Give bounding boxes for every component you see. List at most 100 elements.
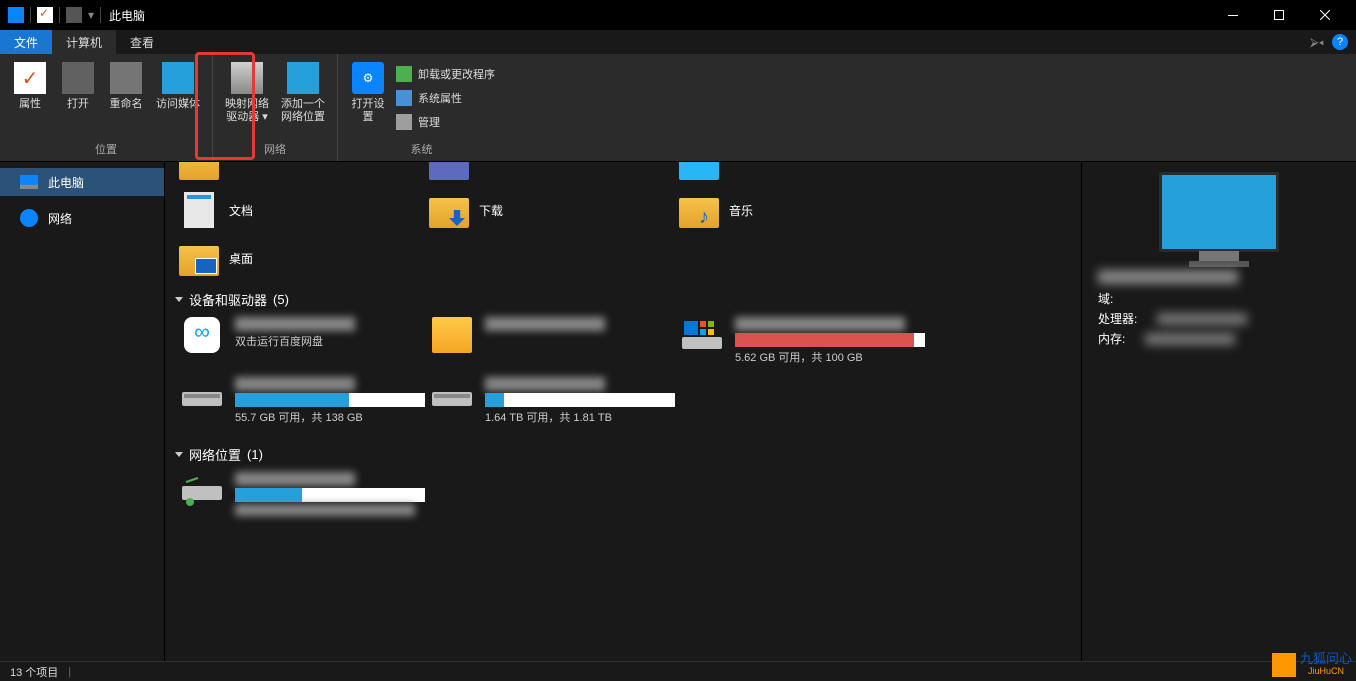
section-label: 网络位置: [189, 445, 241, 464]
folder-downloads[interactable]: 下载: [425, 186, 675, 234]
ribbon-group-network: 映射网络驱动器 ▾ 添加一个网络位置 网络: [213, 54, 338, 161]
properties-button[interactable]: ✓ 属性: [6, 58, 54, 115]
minimize-button[interactable]: [1210, 0, 1256, 30]
document-icon: [184, 192, 214, 228]
memory-value-blurred: [1145, 333, 1235, 345]
drive-e[interactable]: 1.64 TB 可用，共 1.81 TB: [425, 377, 675, 425]
drive-app[interactable]: [425, 317, 675, 365]
drive-d[interactable]: 55.7 GB 可用，共 138 GB: [175, 377, 425, 425]
baidu-netdisk-icon: [184, 317, 220, 353]
maximize-button[interactable]: [1256, 0, 1302, 30]
network-drive-icon: [179, 472, 225, 508]
section-label: 设备和驱动器: [189, 290, 267, 309]
divider: [100, 7, 101, 23]
network-location-item[interactable]: [175, 472, 425, 518]
folder-icon: [429, 198, 469, 228]
access-media-label: 访问媒体: [156, 98, 200, 111]
pc-icon[interactable]: [8, 7, 24, 23]
content-pane: 文档 下载 ♪ 音乐 桌面 设备和驱动器 (5): [165, 162, 1081, 661]
drive-usage-text: 55.7 GB 可用，共 138 GB: [235, 409, 425, 425]
drive-icon: [231, 62, 263, 94]
quick-access-toolbar: ▾: [8, 7, 101, 23]
menubar: 文件 计算机 查看 ⮚◂ ?: [0, 30, 1356, 54]
section-devices-header[interactable]: 设备和驱动器 (5): [175, 290, 1071, 309]
memory-label: 内存:: [1098, 330, 1125, 347]
computer-monitor-icon: [1159, 172, 1279, 252]
details-pane: 域: 处理器: 内存:: [1081, 162, 1356, 661]
add-location-label: 添加一个网络位置: [281, 98, 325, 124]
sys-props-label: 系统属性: [418, 90, 462, 106]
drives-grid: 双击运行百度网盘 5.62 GB 可用，共 100 GB: [175, 317, 1071, 437]
group-network-label: 网络: [219, 139, 331, 159]
network-icon: [20, 209, 38, 227]
folders-row-2: 桌面: [175, 234, 1071, 282]
qat-dropdown-icon[interactable]: ▾: [88, 8, 94, 22]
open-label: 打开: [67, 98, 89, 111]
map-network-drive-button[interactable]: 映射网络驱动器 ▾: [219, 58, 275, 128]
access-media-button[interactable]: 访问媒体: [150, 58, 206, 115]
drive-name-blurred: [485, 317, 605, 331]
uninstall-or-change-button[interactable]: 卸载或更改程序: [392, 62, 499, 86]
rename-button[interactable]: 重命名: [102, 58, 150, 115]
qat-item-icon[interactable]: [66, 7, 82, 23]
window-title: 此电脑: [109, 7, 145, 24]
group-system-label: 系统: [344, 139, 499, 159]
folder-desktop[interactable]: 桌面: [175, 234, 425, 282]
windows-drive-icon: [679, 317, 725, 353]
drive-usage-text: 1.64 TB 可用，共 1.81 TB: [485, 409, 675, 425]
tab-view[interactable]: 查看: [116, 30, 168, 54]
titlebar: ▾ 此电脑: [0, 0, 1356, 30]
nav-network[interactable]: 网络: [0, 204, 164, 232]
section-network-header[interactable]: 网络位置 (1): [175, 445, 1071, 464]
folder-documents[interactable]: 文档: [175, 186, 425, 234]
add-location-icon: [287, 62, 319, 94]
open-settings-button[interactable]: ⚙ 打开设置: [344, 58, 392, 128]
ribbon-group-system: ⚙ 打开设置 卸载或更改程序 系统属性 管理 系统: [338, 54, 505, 161]
folder-item[interactable]: [175, 162, 425, 186]
drive-name-blurred: [735, 317, 905, 331]
help-icon[interactable]: ?: [1332, 34, 1348, 50]
ribbon: ✓ 属性 打开 重命名 访问媒体 位置 映射网络驱动器 ▾: [0, 54, 1356, 162]
body: 此电脑 网络 文档 下载 ♪ 音乐: [0, 162, 1356, 661]
add-network-location-button[interactable]: 添加一个网络位置: [275, 58, 331, 128]
chevron-down-icon: [175, 452, 183, 457]
status-item-count: 13 个项目: [10, 664, 58, 680]
drive-usage-text: 5.62 GB 可用，共 100 GB: [735, 349, 925, 365]
watermark: 九狐问心JiuHuCN: [1272, 653, 1352, 677]
tab-file[interactable]: 文件: [0, 30, 52, 54]
ribbon-collapse-icon[interactable]: ⮚◂: [1310, 35, 1324, 50]
manage-button[interactable]: 管理: [392, 110, 499, 134]
watermark-sub: JiuHuCN: [1300, 665, 1352, 677]
desktop-monitor-icon: [195, 258, 217, 274]
media-icon: [162, 62, 194, 94]
close-button[interactable]: [1302, 0, 1348, 30]
computer-name-blurred: [1098, 270, 1238, 284]
properties-qat-icon[interactable]: [37, 7, 53, 23]
tab-computer[interactable]: 计算机: [52, 30, 116, 54]
drive-c[interactable]: 5.62 GB 可用，共 100 GB: [675, 317, 925, 365]
statusbar: 13 个项目 |: [0, 661, 1356, 681]
drive-name-blurred: [235, 472, 355, 486]
folder-label: 桌面: [229, 250, 253, 267]
open-button[interactable]: 打开: [54, 58, 102, 115]
folder-item[interactable]: [425, 162, 675, 186]
group-location-label: 位置: [6, 139, 206, 159]
divider: [30, 7, 31, 23]
network-locations-grid: [175, 472, 1071, 530]
folder-item[interactable]: [675, 162, 925, 186]
drive-usage-text-blurred: [235, 504, 415, 516]
drive-baidu[interactable]: 双击运行百度网盘: [175, 317, 425, 365]
folder-label: 文档: [229, 202, 253, 219]
pc-icon: [20, 175, 38, 189]
open-icon: [62, 62, 94, 94]
system-properties-button[interactable]: 系统属性: [392, 86, 499, 110]
folder-label: 下载: [479, 202, 503, 219]
section-count: (1): [247, 447, 263, 462]
cpu-value-blurred: [1157, 313, 1247, 325]
nav-this-pc-label: 此电脑: [48, 174, 84, 191]
folder-label: 音乐: [729, 202, 753, 219]
separator: |: [68, 666, 71, 678]
drive-usage-bar: [235, 393, 425, 407]
nav-this-pc[interactable]: 此电脑: [0, 168, 164, 196]
folder-music[interactable]: ♪ 音乐: [675, 186, 925, 234]
